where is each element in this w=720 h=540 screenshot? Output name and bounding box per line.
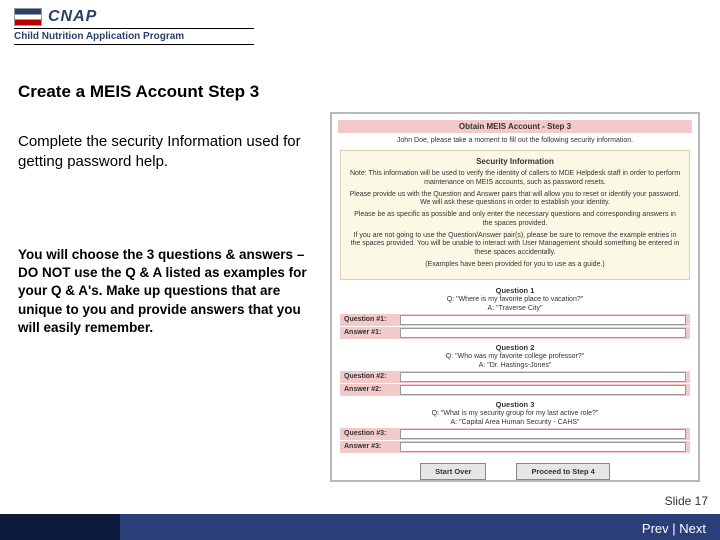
panel-b3: If you are not going to use the Question… bbox=[349, 232, 681, 258]
q1-example-q: Q: "Where is my favorite place to vacati… bbox=[340, 296, 690, 303]
security-info-panel: Security Information Note: This informat… bbox=[340, 150, 690, 280]
a1-label: Answer #1: bbox=[344, 329, 400, 336]
slide-number: Slide 17 bbox=[665, 494, 708, 508]
q2-heading: Question 2 bbox=[340, 343, 690, 352]
prev-link[interactable]: Prev bbox=[642, 521, 669, 536]
paragraph-2: You will choose the 3 questions & answer… bbox=[18, 246, 318, 337]
q1-input[interactable] bbox=[400, 315, 686, 325]
q3-input[interactable] bbox=[400, 429, 686, 439]
next-link[interactable]: Next bbox=[679, 521, 706, 536]
a3-input[interactable] bbox=[400, 442, 686, 452]
a1-answer-row: Answer #1: bbox=[340, 327, 690, 339]
q2-input[interactable] bbox=[400, 372, 686, 382]
q3-question-row: Question #3: bbox=[340, 428, 690, 440]
shot-title: Obtain MEIS Account - Step 3 bbox=[338, 120, 692, 133]
q1-example-a: A: "Traverse City" bbox=[340, 305, 690, 312]
q3-example-q: Q: "What is my security group for my las… bbox=[340, 410, 690, 417]
a1-input[interactable] bbox=[400, 328, 686, 338]
a2-answer-row: Answer #2: bbox=[340, 384, 690, 396]
panel-note: Note: This information will be used to v… bbox=[349, 170, 681, 188]
panel-header: Security Information bbox=[349, 157, 681, 167]
question-group-2: Question 2 Q: "Who was my favorite colle… bbox=[340, 343, 690, 396]
nav-links: Prev | Next bbox=[642, 521, 706, 536]
q2-question-row: Question #2: bbox=[340, 371, 690, 383]
a3-answer-row: Answer #3: bbox=[340, 441, 690, 453]
q2-label: Question #2: bbox=[344, 373, 400, 380]
q3-heading: Question 3 bbox=[340, 400, 690, 409]
paragraph-1: Complete the security Information used f… bbox=[18, 132, 318, 173]
start-over-button[interactable]: Start Over bbox=[420, 463, 486, 480]
logo: CNAP Child Nutrition Application Program bbox=[14, 8, 254, 45]
question-group-1: Question 1 Q: "Where is my favorite plac… bbox=[340, 286, 690, 339]
footer-accent bbox=[0, 514, 120, 540]
nav-sep: | bbox=[669, 521, 680, 536]
a3-label: Answer #3: bbox=[344, 443, 400, 450]
panel-b2: Please be as specific as possible and on… bbox=[349, 211, 681, 229]
proceed-button[interactable]: Proceed to Step 4 bbox=[516, 463, 609, 480]
logo-acronym: CNAP bbox=[48, 8, 97, 26]
shot-intro: John Doe, please take a moment to fill o… bbox=[342, 137, 688, 144]
embedded-screenshot: Obtain MEIS Account - Step 3 John Doe, p… bbox=[330, 112, 700, 482]
q3-example-a: A: "Capital Area Human Security - CAHS" bbox=[340, 419, 690, 426]
logo-subtitle: Child Nutrition Application Program bbox=[14, 28, 254, 45]
q1-question-row: Question #1: bbox=[340, 314, 690, 326]
panel-b1: Please provide us with the Question and … bbox=[349, 191, 681, 209]
q2-example-q: Q: "Who was my favorite college professo… bbox=[340, 353, 690, 360]
panel-b4: (Examples have been provided for you to … bbox=[349, 261, 681, 270]
a2-input[interactable] bbox=[400, 385, 686, 395]
q1-label: Question #1: bbox=[344, 316, 400, 323]
q1-heading: Question 1 bbox=[340, 286, 690, 295]
question-group-3: Question 3 Q: "What is my security group… bbox=[340, 400, 690, 453]
slide-title: Create a MEIS Account Step 3 bbox=[18, 82, 318, 102]
q3-label: Question #3: bbox=[344, 430, 400, 437]
flag-icon bbox=[14, 8, 42, 26]
a2-label: Answer #2: bbox=[344, 386, 400, 393]
q2-example-a: A: "Dr. Hastings-Jones" bbox=[340, 362, 690, 369]
